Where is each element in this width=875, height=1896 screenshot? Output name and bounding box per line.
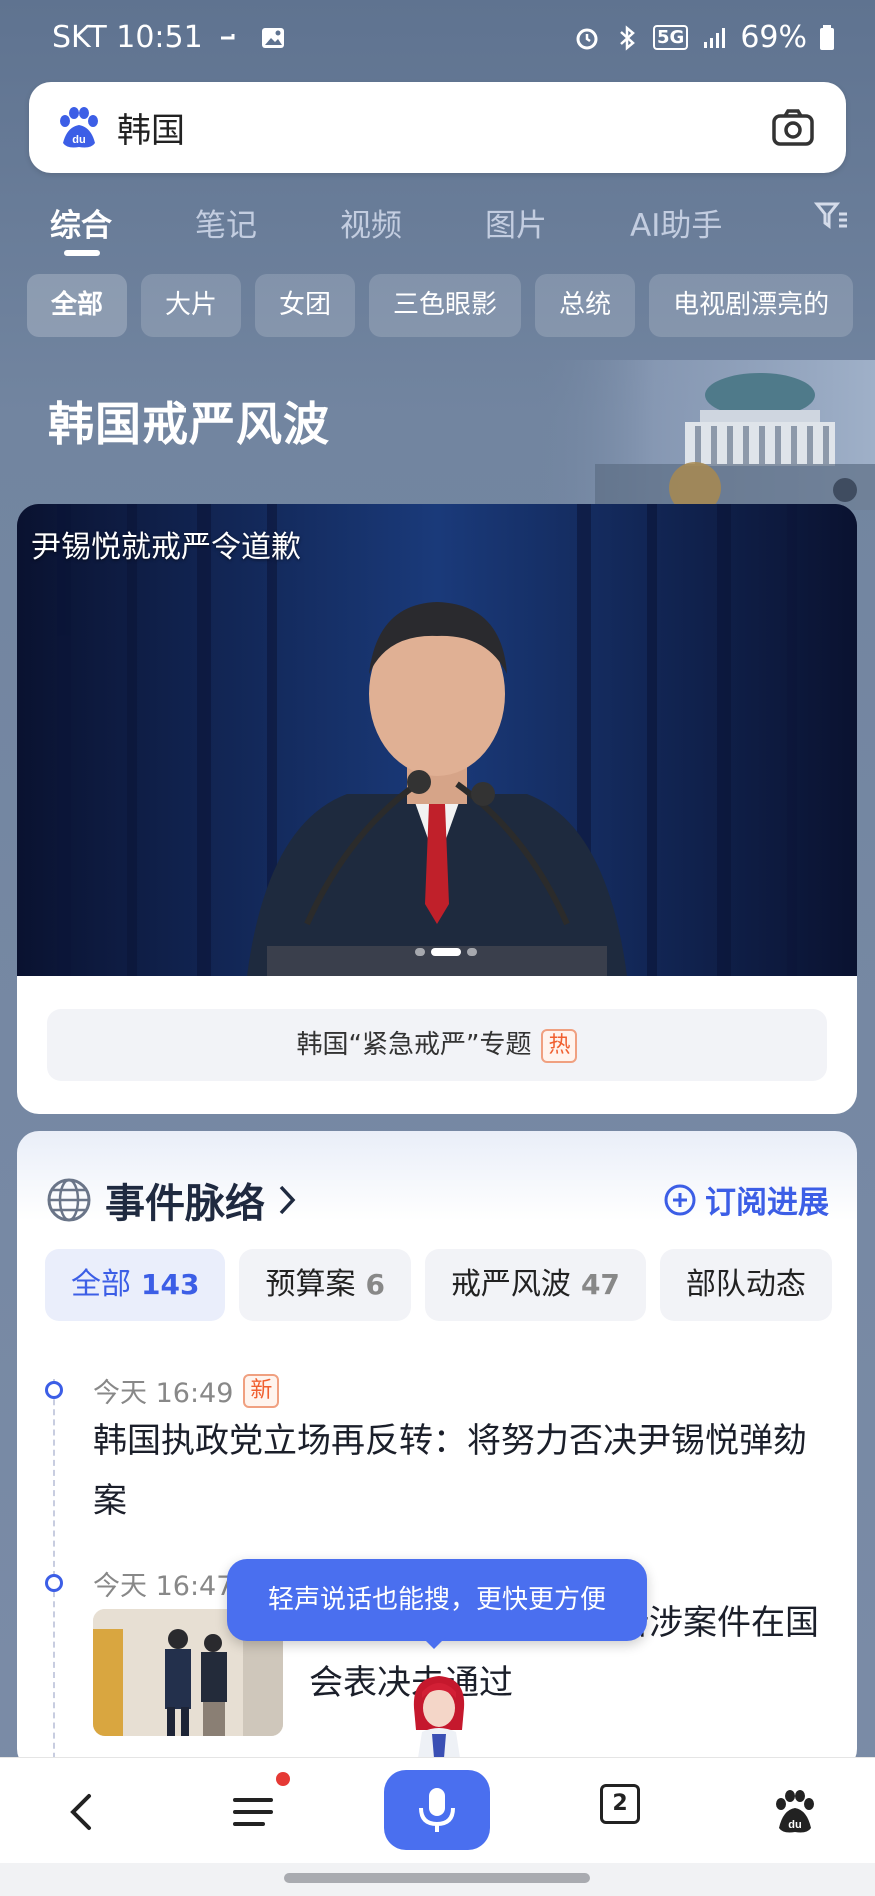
national-assembly-illustration (535, 360, 875, 510)
hot-badge: 热 (541, 1028, 578, 1063)
timeline-title: 事件脉络 (105, 1181, 265, 1227)
special-topic-button[interactable]: 韩国“紧急戒严”专题热 (47, 1009, 827, 1081)
tab-comprehensive[interactable]: 综合 (50, 200, 112, 245)
time-text: 今天 16:49 (93, 1378, 234, 1409)
filter-all[interactable]: 全部 143 (45, 1249, 226, 1321)
video-frame (17, 504, 857, 976)
video-card[interactable]: 尹锡悦就戒严令道歉 韩国“紧急戒严”专题热 (17, 504, 857, 1114)
filter-count: 47 (580, 1268, 620, 1301)
chip-blockbuster[interactable]: 大片 (141, 274, 242, 337)
gallery-icon (261, 27, 284, 48)
voice-search-tooltip[interactable]: 轻声说话也能搜，更快更方便 (227, 1559, 647, 1641)
battery-percent: 69% (740, 20, 807, 55)
signal-icon (704, 27, 726, 48)
filter-label: 全部 (71, 1267, 131, 1302)
special-topic-label: 韩国“紧急戒严”专题 (296, 1030, 532, 1060)
video-player[interactable]: 尹锡悦就戒严令道歉 (17, 504, 857, 976)
timeline-node (45, 1381, 63, 1399)
video-caption: 尹锡悦就戒严令道歉 (31, 530, 301, 565)
filter-label: 预算案 (265, 1267, 356, 1302)
globe-icon (47, 1178, 91, 1222)
chip-tv-drama[interactable]: 电视剧漂亮的 (649, 274, 854, 337)
carousel-dot (415, 948, 425, 956)
filter-label: 部队动态 (685, 1267, 806, 1302)
active-tab-indicator (64, 250, 100, 256)
tooltip-tail (422, 1637, 446, 1649)
svg-text:du: du (72, 134, 85, 146)
assistant-avatar[interactable] (404, 1668, 474, 1758)
filter-count: 6 (365, 1268, 385, 1301)
carousel-dot (467, 948, 477, 956)
search-bar[interactable]: du 韩国 (29, 82, 846, 173)
chip-all[interactable]: 全部 (27, 274, 128, 337)
carrier-time: SKT 10:51 (52, 20, 203, 55)
filter-martial-law[interactable]: 戒严风波 47 (424, 1249, 646, 1321)
subscribe-label: 订阅进展 (705, 1185, 829, 1221)
bluetooth-icon (620, 24, 635, 51)
camera-icon[interactable] (770, 105, 816, 151)
filter-budget[interactable]: 预算案 6 (239, 1249, 411, 1321)
filter-icon[interactable] (813, 198, 849, 234)
filter-troops[interactable]: 部队动态 (659, 1249, 832, 1321)
subscribe-button[interactable]: 订阅进展 (663, 1177, 829, 1222)
baidu-home-icon[interactable]: du (767, 1784, 823, 1840)
tab-count-button[interactable]: 2 (600, 1784, 640, 1824)
tab-notes[interactable]: 笔记 (195, 200, 257, 245)
battery-icon (820, 24, 834, 50)
home-indicator[interactable] (284, 1873, 590, 1883)
back-icon[interactable] (55, 1784, 111, 1840)
topic-title: 韩国戒严风波 (48, 397, 330, 451)
timeline-node (45, 1574, 63, 1592)
time-text: 今天 16:47 (93, 1571, 234, 1602)
chip-girl-group[interactable]: 女团 (255, 274, 356, 337)
menu-icon[interactable] (225, 1784, 281, 1840)
result-tabs: 综合 笔记 视频 图片 AI助手 (0, 192, 875, 262)
voice-search-button[interactable] (384, 1770, 490, 1850)
status-bar: SKT 10:51 5G 69% (0, 0, 875, 80)
network-type: 5G (653, 25, 689, 50)
carousel-dots (415, 948, 477, 956)
microphone-icon (419, 1788, 455, 1832)
new-badge: 新 (243, 1373, 280, 1408)
timeline-header[interactable]: 事件脉络 (45, 1171, 297, 1229)
baidu-paw-icon: du (60, 106, 98, 147)
chevron-right-icon (279, 1185, 296, 1215)
timeline-filters: 全部 143 预算案 6 戒严风波 47 部队动态 (45, 1249, 857, 1321)
filter-label: 戒严风波 (450, 1267, 571, 1302)
chip-president[interactable]: 总统 (535, 274, 636, 337)
notification-dot (276, 1772, 290, 1786)
timeline-item-time: 今天 16:47 (93, 1564, 233, 1603)
timeline-item-time: 今天 16:49 新 (93, 1371, 280, 1410)
svg-text:du: du (788, 1819, 801, 1831)
timeline-item-text[interactable]: 韩国执政党立场再反转：将努力否决尹锡悦弹劾案 (93, 1411, 833, 1531)
tab-ai-assistant[interactable]: AI助手 (630, 200, 722, 245)
filter-count: 143 (141, 1268, 200, 1301)
key-icon (220, 33, 235, 39)
subtopic-chips: 全部 大片 女团 三色眼影 总统 电视剧漂亮的 (27, 274, 875, 338)
carousel-dot-active (431, 948, 461, 956)
tab-video[interactable]: 视频 (340, 200, 402, 245)
search-input[interactable]: 韩国 (117, 103, 770, 152)
chip-eyeshadow[interactable]: 三色眼影 (369, 274, 522, 337)
alarm-icon (576, 28, 598, 49)
plus-circle-icon (664, 1184, 696, 1215)
bottom-navigation: du (0, 1757, 875, 1863)
tab-images[interactable]: 图片 (485, 200, 547, 245)
